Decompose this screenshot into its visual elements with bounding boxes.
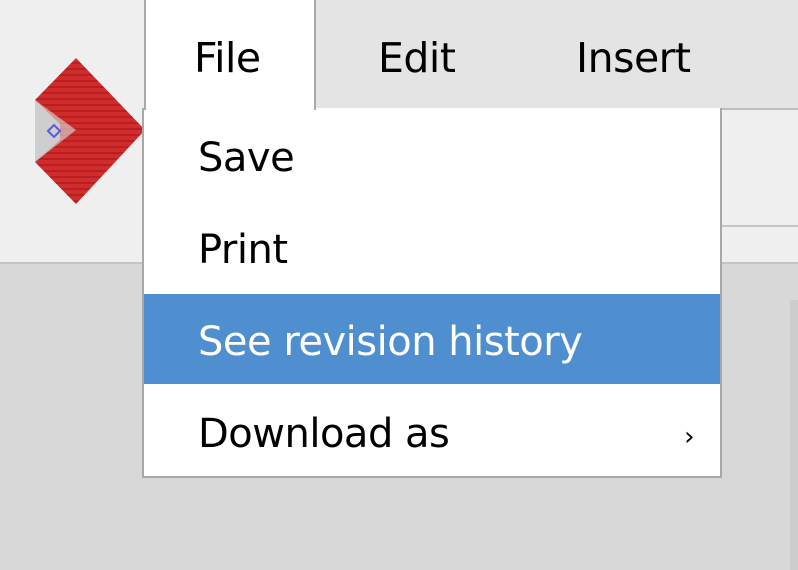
menu-item-print-label: Print xyxy=(198,227,288,273)
menu-item-save-label: Save xyxy=(198,135,295,181)
menu-item-save[interactable]: Save xyxy=(144,110,720,200)
secondary-toolbar xyxy=(718,110,798,227)
file-menu-dropdown: Save Print See revision history Download… xyxy=(142,108,722,478)
menu-item-download-as[interactable]: Download as › xyxy=(144,386,720,476)
menu-item-revision-history[interactable]: See revision history xyxy=(144,294,720,384)
chevron-right-icon: › xyxy=(684,422,694,452)
menu-item-download-as-label: Download as xyxy=(198,411,450,457)
menu-item-revision-history-label: See revision history xyxy=(198,319,583,365)
menu-file-label: File xyxy=(194,34,261,82)
menu-edit[interactable]: Edit xyxy=(318,0,478,108)
menu-insert-label: Insert xyxy=(576,34,691,82)
menu-insert[interactable]: Insert xyxy=(478,0,691,108)
menu-edit-label: Edit xyxy=(378,34,456,82)
menu-item-print[interactable]: Print xyxy=(144,202,720,292)
scrollbar-edge xyxy=(790,300,798,570)
menu-bar: File Edit Insert xyxy=(144,0,798,112)
menu-file[interactable]: File xyxy=(144,0,316,110)
app-logo-icon[interactable] xyxy=(30,58,145,204)
